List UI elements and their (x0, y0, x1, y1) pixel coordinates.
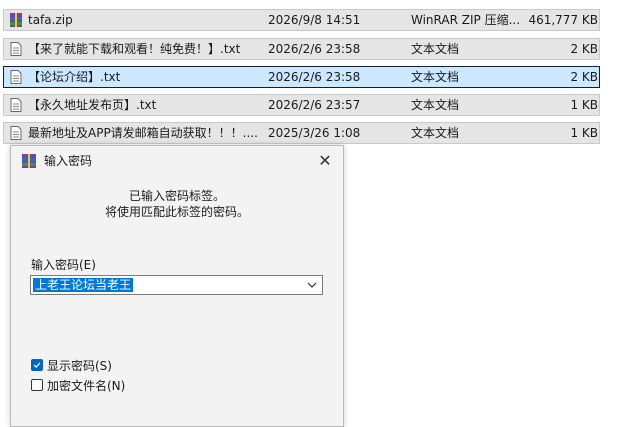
file-size: 1 KB (570, 126, 598, 140)
close-icon[interactable]: ✕ (314, 151, 336, 171)
text-file-icon (10, 70, 22, 84)
winrar-app-icon (22, 154, 36, 168)
file-name: 【来了就能下载和观看！纯免费！】.txt (28, 42, 241, 56)
checkbox-checked-icon[interactable] (31, 359, 43, 371)
file-row[interactable]: 【永久地址发布页】.txt 2026/2/6 23:57 文本文档 1 KB (3, 94, 600, 116)
file-row-selected[interactable]: 【论坛介绍】.txt 2026/2/6 23:58 文本文档 2 KB (3, 66, 600, 88)
password-dialog: 输入密码 ✕ 已输入密码标签。 将使用匹配此标签的密码。 输入密码(E) 上老王… (10, 145, 344, 427)
file-date: 2026/2/6 23:57 (268, 98, 361, 112)
file-size: 2 KB (570, 70, 598, 84)
password-value[interactable]: 上老王论坛当老王 (33, 278, 134, 292)
file-row[interactable]: 最新地址及APP请发邮箱自动获取！！！.... 2025/3/26 1:08 文… (3, 122, 600, 144)
text-file-icon (10, 42, 22, 56)
show-password-label: 显示密码(S) (47, 359, 112, 373)
file-size: 1 KB (570, 98, 598, 112)
file-size: 2 KB (570, 42, 598, 56)
checkbox-unchecked-icon[interactable] (31, 379, 43, 391)
file-size: 461,777 KB (528, 13, 598, 27)
dialog-titlebar[interactable]: 输入密码 ✕ (11, 146, 343, 176)
password-combobox[interactable]: 上老王论坛当老王 (30, 275, 323, 295)
info-message: 已输入密码标签。 将使用匹配此标签的密码。 (11, 188, 343, 220)
info-line: 将使用匹配此标签的密码。 (104, 205, 249, 219)
file-name: tafa.zip (28, 13, 73, 27)
encrypt-names-label: 加密文件名(N) (47, 379, 126, 393)
password-label: 输入密码(E) (31, 258, 96, 272)
file-date: 2026/2/6 23:58 (268, 70, 361, 84)
info-line: 已输入密码标签。 (128, 189, 225, 203)
dialog-title: 输入密码 (44, 154, 93, 168)
file-row[interactable]: tafa.zip 2026/9/8 14:51 WinRAR ZIP 压缩...… (3, 9, 600, 31)
file-name: 最新地址及APP请发邮箱自动获取！！！.... (28, 126, 258, 140)
file-name: 【论坛介绍】.txt (28, 70, 121, 84)
file-date: 2025/3/26 1:08 (268, 126, 361, 140)
file-row[interactable]: 【来了就能下载和观看！纯免费！】.txt 2026/2/6 23:58 文本文档… (3, 38, 600, 60)
chevron-down-icon[interactable] (306, 279, 318, 291)
text-file-icon (10, 126, 22, 140)
file-date: 2026/9/8 14:51 (268, 13, 361, 27)
text-file-icon (10, 98, 22, 112)
zip-archive-icon (10, 13, 22, 27)
file-name: 【永久地址发布页】.txt (28, 98, 157, 112)
file-date: 2026/2/6 23:58 (268, 42, 361, 56)
file-list: tafa.zip 2026/9/8 14:51 WinRAR ZIP 压缩...… (0, 0, 629, 150)
